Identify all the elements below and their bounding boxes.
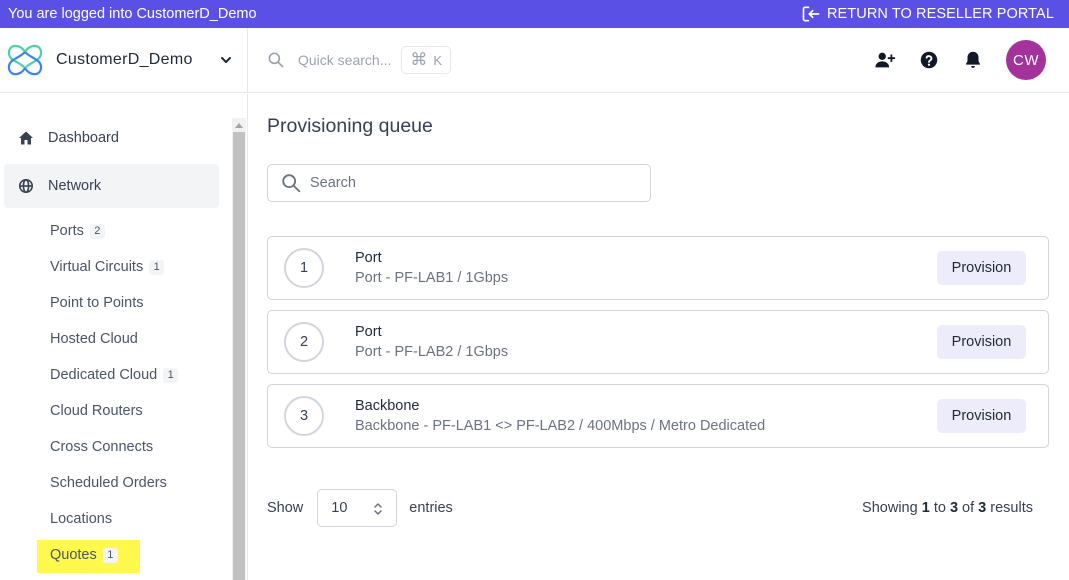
- queue-item-description: Port - PF-LAB1 / 1Gbps: [355, 270, 509, 286]
- sidebar-item-label: Dedicated Cloud: [50, 367, 158, 383]
- queue-item-number: 1: [284, 248, 324, 288]
- entries-value: 10: [331, 500, 348, 516]
- header-actions: CW: [852, 40, 1069, 80]
- show-label: Show: [267, 500, 304, 516]
- sidebar: Dashboard Network Ports 2 Virtual Circui…: [0, 94, 248, 580]
- queue-search-input[interactable]: [310, 175, 630, 191]
- sidebar-item-locations[interactable]: Locations: [50, 508, 112, 530]
- logged-in-text: You are logged into CustomerD_Demo: [8, 6, 257, 22]
- results-from: 1: [921, 500, 930, 516]
- count-badge: 1: [102, 547, 118, 563]
- return-to-reseller-portal-link[interactable]: RETURN TO RESELLER PORTAL: [801, 4, 1054, 24]
- queue-item-info: Port Port - PF-LAB2 / 1Gbps: [355, 324, 508, 360]
- queue-item-description: Port - PF-LAB2 / 1Gbps: [355, 344, 509, 360]
- sidebar-item-label: Hosted Cloud: [50, 331, 138, 347]
- quick-search[interactable]: Quick search... ⌘ K: [266, 46, 452, 74]
- globe-icon: [19, 179, 33, 193]
- queue-item-name: Port: [355, 324, 382, 340]
- count-badge: 1: [163, 367, 179, 383]
- sidebar-item-label: Scheduled Orders: [50, 475, 167, 491]
- provision-button[interactable]: Provision: [937, 325, 1026, 359]
- sidebar-item-point-to-points[interactable]: Point to Points: [50, 292, 144, 314]
- chevron-down-icon: [221, 57, 231, 63]
- sidebar-item-label: Virtual Circuits: [50, 259, 144, 275]
- results-total: 3: [978, 500, 987, 516]
- main-content: Provisioning queue 1 Port Port - PF-LAB1…: [249, 94, 1069, 580]
- queue-item-description: Backbone - PF-LAB1 <> PF-LAB2 / 400Mbps …: [355, 418, 766, 434]
- sidebar-item-label: Quotes: [50, 547, 97, 563]
- sidebar-item-label: Point to Points: [50, 295, 144, 311]
- top-bar: CustomerD_Demo Quick search... ⌘ K CW: [0, 28, 1069, 93]
- sidebar-item-cross-connects[interactable]: Cross Connects: [50, 436, 153, 458]
- impersonation-banner: You are logged into CustomerD_Demo RETUR…: [0, 0, 1069, 28]
- results-to: 3: [949, 500, 959, 516]
- add-user-icon[interactable]: [874, 49, 896, 71]
- results-summary: Showing 1 to 3 of 3 results: [862, 500, 1033, 516]
- sidebar-item-virtual-circuits[interactable]: Virtual Circuits 1: [50, 256, 165, 278]
- org-name: CustomerD_Demo: [56, 51, 193, 68]
- queue-item-info: Port Port - PF-LAB1 / 1Gbps: [355, 250, 508, 286]
- sidebar-item-label: Cross Connects: [50, 439, 154, 455]
- results-word: results: [990, 500, 1033, 516]
- sidebar-item-network[interactable]: Network: [4, 164, 219, 208]
- scroll-up-button[interactable]: [232, 118, 246, 132]
- org-switcher[interactable]: CustomerD_Demo: [0, 28, 248, 92]
- sidebar-item-dashboard[interactable]: Dashboard: [4, 116, 219, 160]
- sidebar-item-scheduled-orders[interactable]: Scheduled Orders: [50, 472, 167, 494]
- of-word: of: [962, 500, 975, 516]
- shortcut-key: K: [433, 52, 443, 68]
- queue-item: 1 Port Port - PF-LAB1 / 1Gbps Provision: [267, 236, 1049, 300]
- search-icon: [282, 174, 301, 193]
- help-icon[interactable]: [918, 49, 940, 71]
- showing-prefix: Showing: [862, 500, 918, 516]
- sidebar-item-dedicated-cloud[interactable]: Dedicated Cloud 1: [50, 364, 179, 386]
- exit-portal-icon: [802, 6, 820, 22]
- page-title: Provisioning queue: [267, 115, 433, 137]
- entries-label: entries: [409, 500, 453, 516]
- to-word: to: [933, 500, 946, 516]
- sidebar-item-cloud-routers[interactable]: Cloud Routers: [50, 400, 143, 422]
- queue-item-info: Backbone Backbone - PF-LAB1 <> PF-LAB2 /…: [355, 398, 765, 434]
- sidebar-item-label: Cloud Routers: [50, 403, 143, 419]
- count-badge: 2: [89, 223, 105, 239]
- sidebar-item-hosted-cloud[interactable]: Hosted Cloud: [50, 328, 138, 350]
- queue-item-name: Backbone: [355, 398, 420, 414]
- sidebar-item-label: Network: [48, 178, 102, 194]
- count-badge: 1: [149, 259, 165, 275]
- queue-item-number: 3: [284, 396, 324, 436]
- notification-bell-icon[interactable]: [962, 49, 984, 71]
- queue-item-name: Port: [355, 250, 382, 266]
- pagination-footer: Show 10 entries Showing 1 to 3 of 3 resu…: [267, 489, 1033, 527]
- queue-item-number: 2: [284, 322, 324, 362]
- provision-button[interactable]: Provision: [937, 251, 1026, 285]
- sidebar-scrollbar-thumb[interactable]: [233, 132, 245, 580]
- select-updown-icon: [374, 503, 383, 515]
- user-avatar[interactable]: CW: [1006, 40, 1046, 80]
- sidebar-item-label: Ports: [50, 223, 84, 239]
- return-label: RETURN TO RESELLER PORTAL: [826, 6, 1054, 22]
- keyboard-shortcut-hint: ⌘ K: [401, 46, 452, 74]
- search-icon: [268, 52, 284, 68]
- command-key-icon: ⌘: [410, 50, 428, 69]
- provision-button[interactable]: Provision: [937, 399, 1026, 433]
- queue-item: 3 Backbone Backbone - PF-LAB1 <> PF-LAB2…: [267, 384, 1049, 448]
- sidebar-item-label: Dashboard: [48, 130, 119, 146]
- queue-item: 2 Port Port - PF-LAB2 / 1Gbps Provision: [267, 310, 1049, 374]
- sidebar-item-ports[interactable]: Ports 2: [50, 220, 105, 242]
- company-logo-icon: [7, 44, 43, 76]
- queue-search[interactable]: [267, 164, 651, 202]
- home-icon: [19, 131, 33, 145]
- scroll-up-arrow-icon: [235, 123, 243, 128]
- entries-per-page-select[interactable]: 10: [317, 489, 398, 527]
- sidebar-item-label: Locations: [50, 511, 113, 527]
- quick-search-placeholder: Quick search...: [298, 52, 392, 68]
- sidebar-item-quotes[interactable]: Quotes 1: [50, 544, 118, 566]
